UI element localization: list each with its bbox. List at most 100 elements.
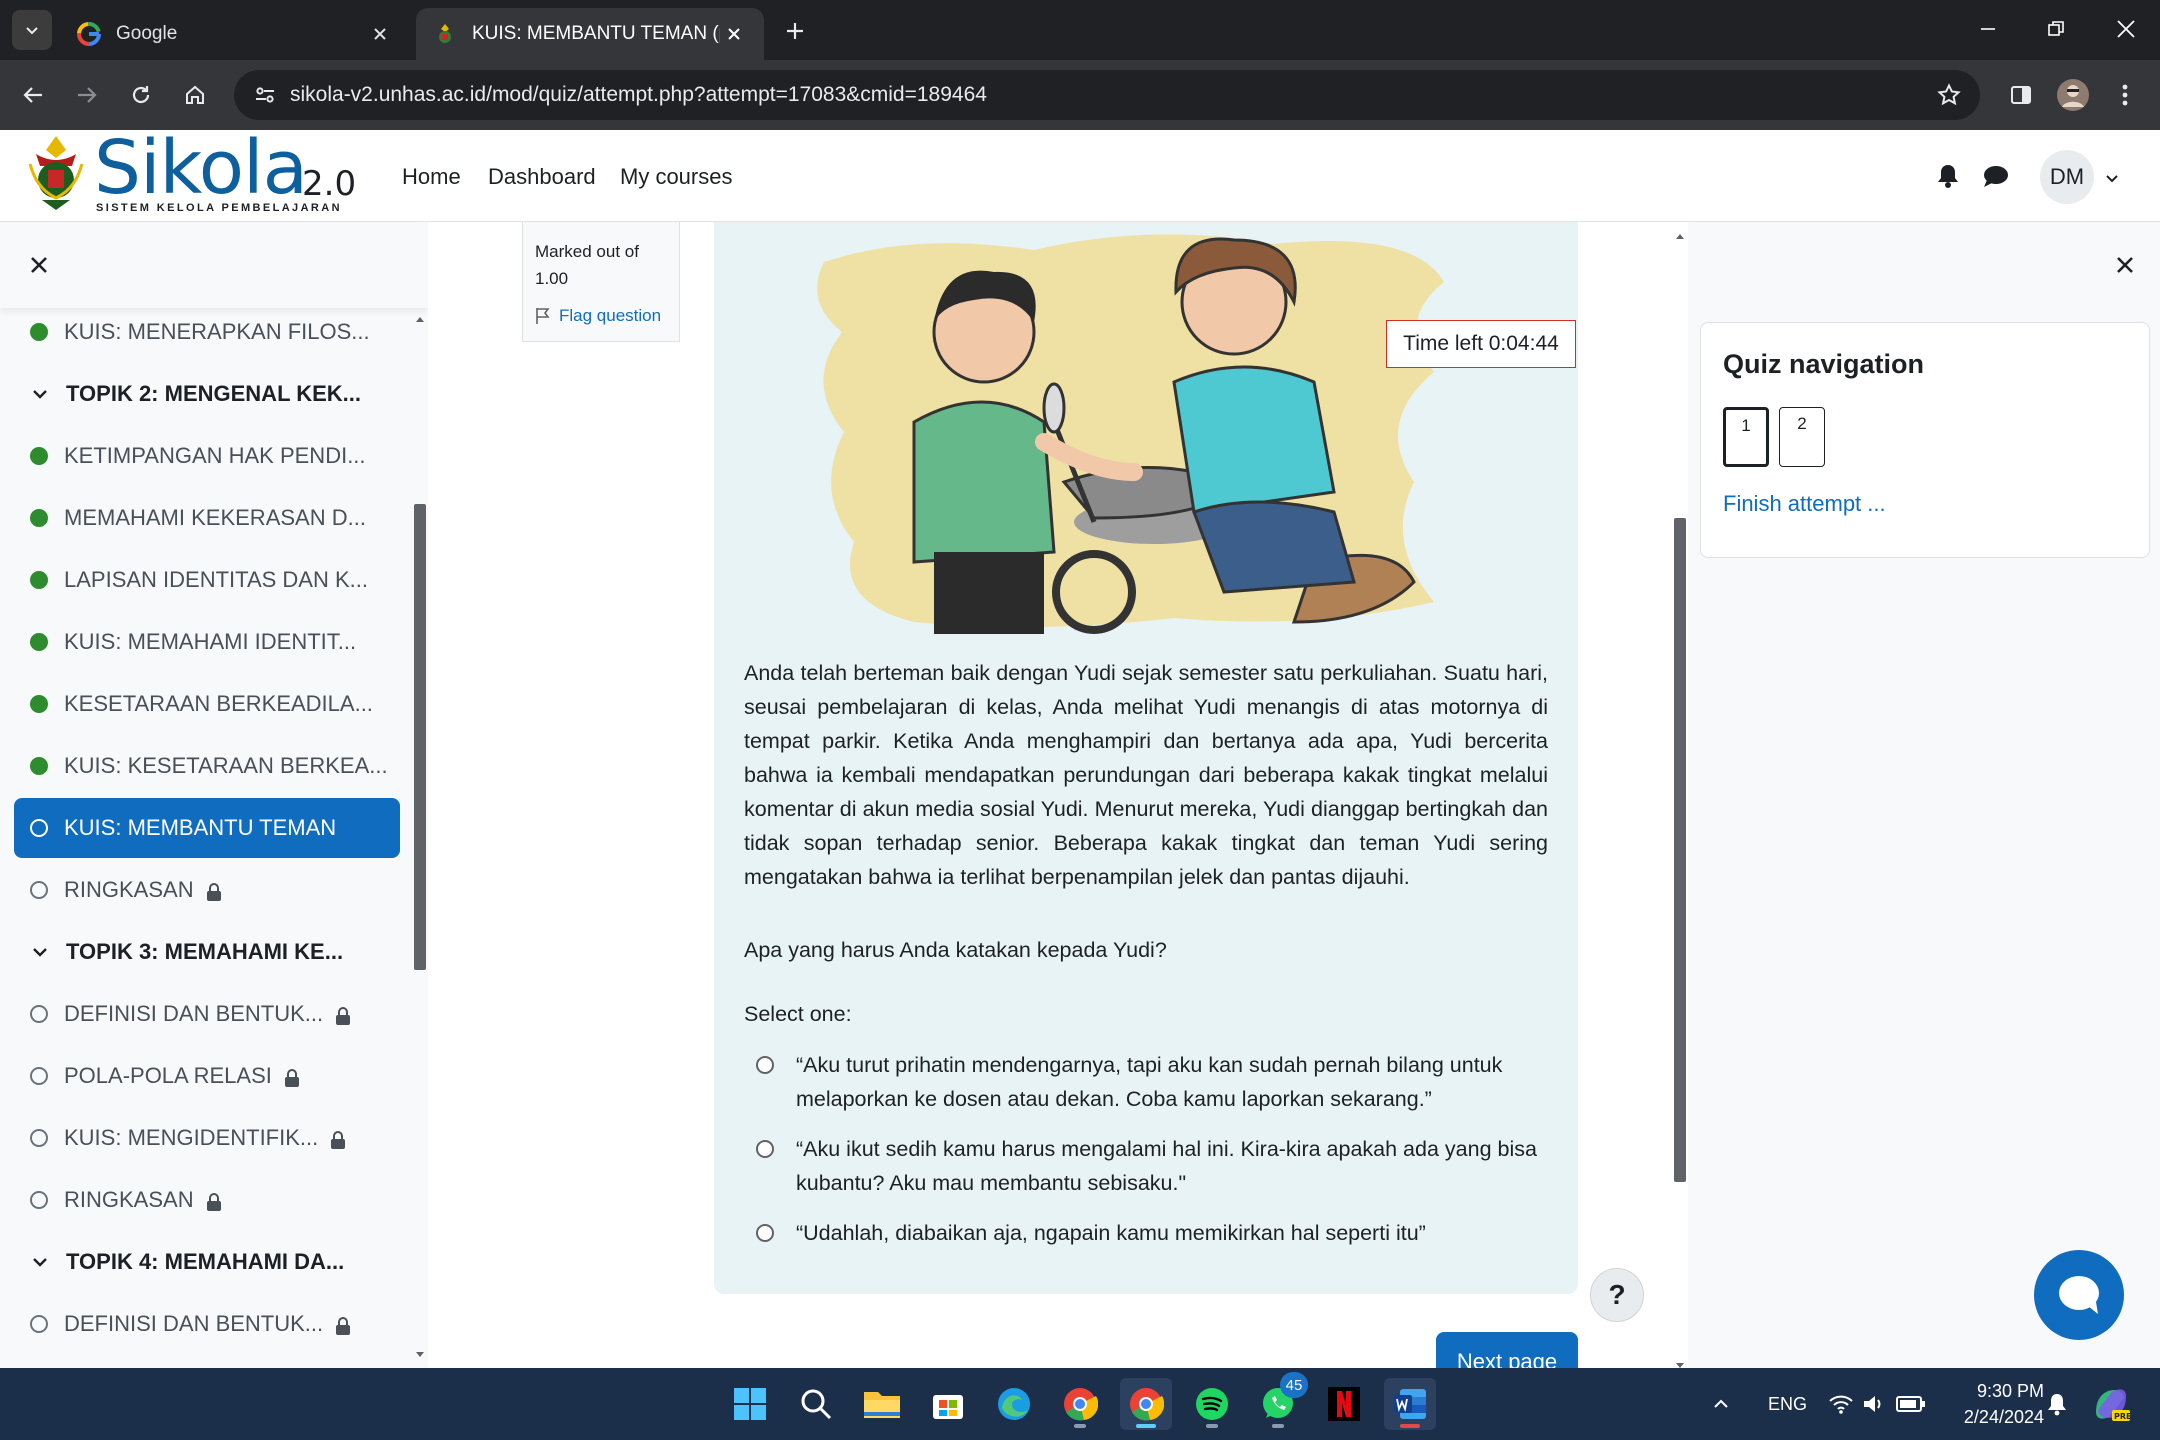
site-settings-icon[interactable] [246,76,284,114]
clock-date: 2/24/2024 [1963,1407,2044,1427]
unhas-emblem-logo[interactable] [22,134,90,214]
nav-home-link[interactable]: Home [402,164,461,190]
netflix-button[interactable] [1318,1378,1370,1430]
copilot-button[interactable]: PRE [2092,1368,2130,1440]
finish-attempt-link[interactable]: Finish attempt ... [1723,491,1886,517]
course-item[interactable]: RINGKASAN [14,860,400,920]
course-section-header[interactable]: TOPIK 2: MENGENAL KEK... [14,364,400,424]
chevron-up-icon [1714,1399,1728,1408]
course-item[interactable]: KETIMPANGAN HAK PENDI... [14,426,400,486]
course-item[interactable]: RINGKASAN [14,1170,400,1230]
search-button[interactable] [790,1378,842,1430]
chrome-active-button[interactable] [1120,1378,1172,1430]
forward-button[interactable] [66,74,108,116]
close-quiz-navigation-button[interactable] [2108,248,2142,282]
site-logo-version: 2.0 [302,164,357,204]
answer-option-c[interactable]: “Udahlah, diabaikan aja, ngapain kamu me… [756,1216,1546,1250]
language-indicator[interactable]: ENG [1768,1368,1807,1440]
radio-button[interactable] [756,1224,774,1242]
answer-option-b[interactable]: “Aku ikut sedih kamu harus mengalami hal… [756,1132,1546,1200]
browser-menu-button[interactable] [2104,74,2146,116]
taskbar-clock[interactable]: 9:30 PM 2/24/2024 [1944,1378,2044,1430]
microsoft-store-button[interactable] [922,1378,974,1430]
notifications-bell-icon[interactable] [1932,160,1964,192]
course-item[interactable]: DEFINISI DAN BENTUK... [14,984,400,1044]
course-section-header[interactable]: TOPIK 4: MEMAHAMI DA... [14,1232,400,1292]
home-button[interactable] [174,74,216,116]
tab-search-button[interactable] [12,10,52,50]
nav-dashboard-link[interactable]: Dashboard [488,164,596,190]
radio-button[interactable] [756,1140,774,1158]
close-window-button[interactable] [2092,0,2160,58]
course-item[interactable]: KUIS: MENGIDENTIFIK... [14,1108,400,1168]
start-button[interactable] [724,1378,776,1430]
chevron-down-icon[interactable] [30,942,50,962]
word-button[interactable] [1384,1378,1436,1430]
scroll-down-arrow-icon[interactable] [414,1350,426,1360]
whatsapp-button[interactable]: 45 [1252,1372,1308,1430]
file-explorer-button[interactable] [856,1378,908,1430]
user-avatar[interactable]: DM [2040,150,2094,204]
answer-option-a[interactable]: “Aku turut prihatin mendengarnya, tapi a… [756,1048,1546,1116]
nav-my-courses-link[interactable]: My courses [620,164,732,190]
course-index-scrollbar-thumb[interactable] [414,504,426,970]
side-panel-button[interactable] [2000,74,2042,116]
course-item-label: TOPIK 3: MEMAHAMI KE... [66,939,344,964]
chevron-down-icon[interactable] [30,1252,50,1272]
minimize-button[interactable] [1954,0,2022,58]
tab-quiz[interactable]: KUIS: MEMBANTU TEMAN (pag [416,8,764,60]
scroll-up-arrow-icon[interactable] [414,314,426,324]
new-tab-button[interactable] [778,14,812,48]
course-index-header [0,222,428,308]
course-item[interactable]: POLA-POLA RELASI [14,1046,400,1106]
site-header: Sikola 2.0 SISTEM KELOLA PEMBELAJARAN Ho… [0,128,2160,222]
lock-icon [206,881,222,901]
chat-widget-button[interactable] [2034,1250,2124,1340]
course-item[interactable]: MEMAHAMI KEKERASAN D... [14,488,400,548]
close-course-index-button[interactable] [22,248,56,282]
course-item[interactable]: KUIS: MEMAHAMI IDENTIT... [14,612,400,672]
course-item[interactable]: KESETARAAN BERKEADILA... [14,674,400,734]
folder-icon [864,1392,900,1418]
chrome-icon [1130,1388,1164,1421]
flag-question-link[interactable]: Flag question [535,302,667,329]
address-bar[interactable]: sikola-v2.unhas.ac.id/mod/quiz/attempt.p… [234,70,1980,120]
close-tab-icon[interactable] [720,20,748,48]
radio-button[interactable] [756,1056,774,1074]
course-item[interactable]: DEFINISI DAN BENTUK... [14,1294,400,1354]
notification-center-button[interactable] [2046,1368,2068,1440]
edge-browser-button[interactable] [988,1378,1040,1430]
running-indicator [1206,1424,1218,1428]
tab-google[interactable]: Google [60,8,410,60]
scroll-up-arrow-icon[interactable] [1676,226,1684,244]
answer-text: “Udahlah, diabaikan aja, ngapain kamu me… [796,1221,1426,1245]
course-item[interactable]: KUIS: MENERAPKAN FILOS... [14,302,400,362]
help-button[interactable]: ? [1590,1268,1644,1322]
course-item-current[interactable]: KUIS: MEMBANTU TEMAN [14,798,400,858]
chevron-down-icon[interactable] [2100,166,2124,190]
question-2-button[interactable]: 2 [1779,407,1825,467]
question-1-button[interactable]: 1 [1723,407,1769,467]
bookmark-star-icon[interactable] [1930,76,1968,114]
close-tab-icon[interactable] [366,20,394,48]
network-volume-battery[interactable] [1828,1368,1926,1440]
main-scrollbar[interactable] [1672,222,1688,1368]
course-item[interactable]: LAPISAN IDENTITAS DAN K... [14,550,400,610]
profile-avatar-button[interactable] [2052,74,2094,116]
back-button[interactable] [12,74,54,116]
messages-chat-icon[interactable] [1980,160,2012,192]
site-logo-text[interactable]: Sikola [94,128,308,208]
course-section-header[interactable]: TOPIK 3: MEMAHAMI KE... [14,922,400,982]
next-page-button[interactable]: Next page [1436,1332,1578,1368]
main-scrollbar-thumb[interactable] [1674,518,1686,1182]
show-hidden-icons-button[interactable] [1712,1368,1730,1440]
course-item-label: TOPIK 2: MENGENAL KEK... [66,381,362,406]
completed-status-icon [30,633,48,651]
course-item[interactable]: KUIS: KESETARAAN BERKEA... [14,736,400,796]
chevron-down-icon[interactable] [30,384,50,404]
chrome-profile-button[interactable] [1054,1378,1106,1430]
reload-button[interactable] [120,74,162,116]
restore-button[interactable] [2022,0,2090,58]
lock-icon [330,1129,346,1149]
spotify-button[interactable] [1186,1378,1238,1430]
